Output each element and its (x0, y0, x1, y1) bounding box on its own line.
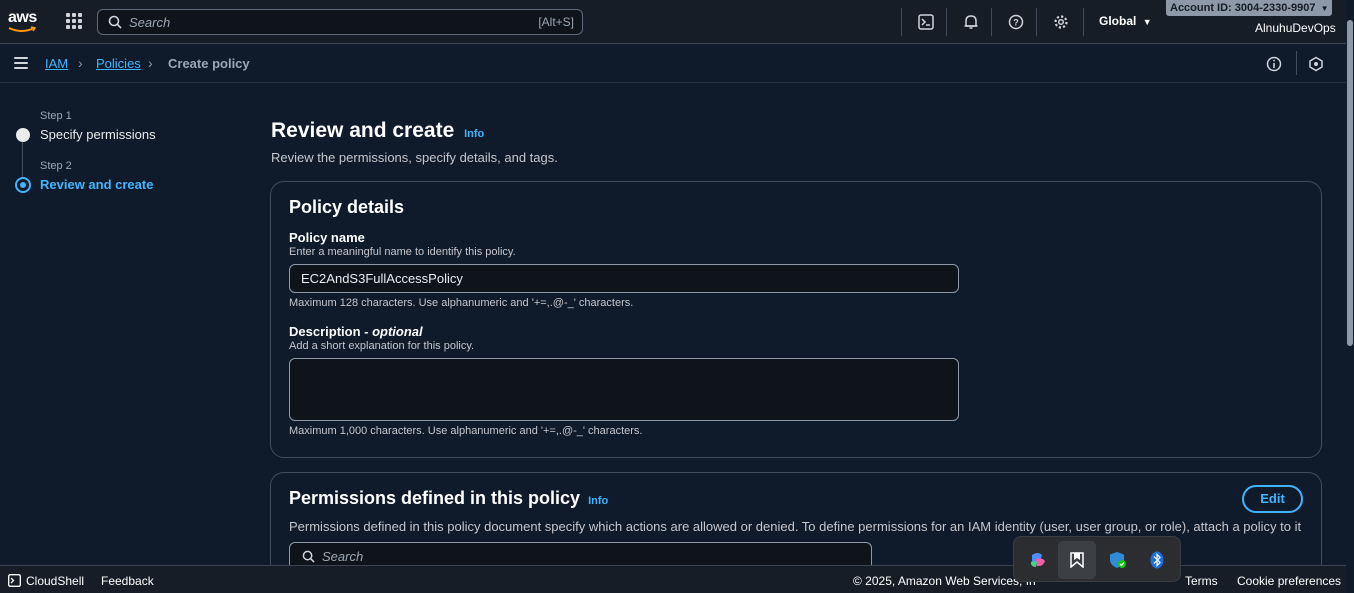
bell-icon[interactable] (961, 12, 981, 32)
search-icon (108, 15, 122, 29)
description-label: Description - optional (289, 324, 423, 339)
svg-text:?: ? (1013, 18, 1019, 28)
stepper-connector (22, 142, 23, 178)
step-review-and-create: Review and create (40, 177, 154, 192)
scrollbar-thumb[interactable] (1347, 20, 1353, 346)
cloudshell-icon[interactable] (916, 12, 936, 32)
aws-logo-text: aws (8, 9, 37, 26)
divider (901, 8, 902, 36)
step-1-label: Step 1 (40, 110, 72, 122)
permissions-description: Permissions defined in this policy docum… (289, 519, 1302, 534)
user-menu[interactable]: AlnuhuDevOps (1255, 21, 1336, 35)
page-subtitle: Review the permissions, specify details,… (271, 150, 558, 165)
step-indicator-active (15, 177, 31, 193)
info-circle-icon[interactable] (1264, 54, 1284, 74)
account-id-badge[interactable]: Account ID: 3004-2330-9907 ▼ (1166, 0, 1332, 16)
page-title: Review and create Info (271, 119, 484, 143)
bluetooth-icon[interactable] (1138, 541, 1176, 579)
step-indicator (16, 128, 30, 142)
menu-icon[interactable] (14, 57, 28, 69)
divider (1083, 8, 1084, 36)
caret-down-icon: ▼ (1320, 4, 1329, 13)
cloudshell-icon (8, 574, 21, 587)
breadcrumb-current: Create policy (168, 56, 250, 71)
divider (1296, 51, 1297, 75)
page-title-text: Review and create (271, 119, 455, 142)
copilot-icon[interactable] (1019, 541, 1057, 579)
global-search-input[interactable]: Search [Alt+S] (97, 9, 583, 35)
permissions-title: Permissions defined in this policy Info (289, 488, 608, 509)
feedback-link[interactable]: Feedback (101, 574, 154, 588)
description-label-text: Description (289, 324, 361, 339)
region-label: Global (1099, 14, 1137, 28)
policy-name-constraint: Maximum 128 characters. Use alphanumeric… (289, 297, 634, 309)
divider (1036, 8, 1037, 36)
optional-tag: - optional (360, 324, 423, 339)
info-link[interactable]: Info (588, 495, 608, 507)
page-scrollbar[interactable] (1346, 0, 1354, 593)
breadcrumb-bar: IAM › Policies › Create policy (0, 45, 1346, 83)
description-help: Add a short explanation for this policy. (289, 340, 475, 352)
copyright: © 2025, Amazon Web Services, In (853, 574, 1036, 588)
policy-name-input[interactable] (289, 264, 959, 293)
search-shortcut: [Alt+S] (538, 15, 574, 29)
services-grid-icon[interactable] (66, 13, 82, 29)
policy-name-label: Policy name (289, 230, 365, 245)
cloudshell-link[interactable]: CloudShell (26, 574, 84, 588)
chevron-right-icon: › (78, 55, 83, 71)
search-placeholder: Search (322, 549, 364, 564)
search-icon (302, 550, 315, 563)
card-title: Policy details (289, 197, 405, 217)
permissions-title-text: Permissions defined in this policy (289, 488, 581, 508)
info-link[interactable]: Info (464, 128, 484, 140)
system-tray-popup (1013, 536, 1181, 582)
terms-link[interactable]: Terms (1185, 574, 1218, 588)
shield-check-icon[interactable] (1099, 541, 1137, 579)
account-id: Account ID: 3004-2330-9907 (1170, 2, 1316, 14)
help-icon[interactable]: ? (1006, 12, 1026, 32)
breadcrumb-policies[interactable]: Policies (96, 56, 141, 71)
caret-down-icon: ▼ (1142, 17, 1152, 27)
step-specify-permissions[interactable]: Specify permissions (40, 127, 156, 142)
bookmark-icon[interactable] (1058, 541, 1096, 579)
search-placeholder: Search (129, 15, 171, 30)
top-navigation: aws Search [Alt+S] ? Global ▼ Account ID… (0, 0, 1346, 44)
description-textarea[interactable] (289, 358, 959, 421)
aws-logo[interactable]: aws (8, 9, 38, 35)
edit-button[interactable]: Edit (1242, 485, 1303, 513)
region-selector[interactable]: Global ▼ (1099, 14, 1152, 28)
policy-details-card: Policy details Policy name Enter a meani… (270, 181, 1322, 458)
gear-icon[interactable] (1051, 12, 1071, 32)
divider (946, 8, 947, 36)
divider (991, 8, 992, 36)
breadcrumb-iam[interactable]: IAM (45, 56, 68, 71)
cookie-preferences-link[interactable]: Cookie preferences (1237, 574, 1341, 588)
policy-name-description: Enter a meaningful name to identify this… (289, 246, 516, 258)
chevron-right-icon: › (148, 55, 153, 71)
aws-smile-icon (8, 26, 37, 32)
description-constraint: Maximum 1,000 characters. Use alphanumer… (289, 425, 643, 437)
step-2-label: Step 2 (40, 160, 72, 172)
hexagon-icon[interactable] (1306, 54, 1326, 74)
